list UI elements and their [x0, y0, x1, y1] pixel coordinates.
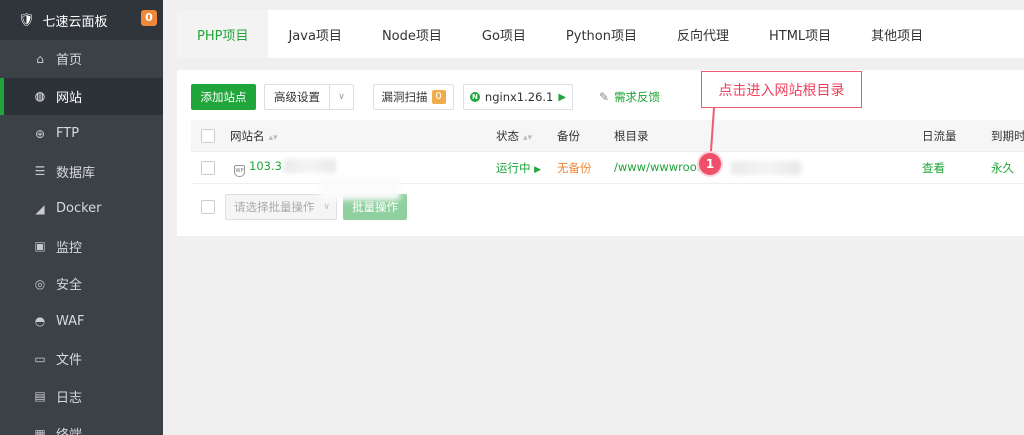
status-text: 运行中	[496, 160, 531, 175]
header-root: 根目录	[614, 128, 649, 143]
sidebar-item-waf[interactable]: ◓ WAF	[0, 303, 163, 341]
table-row: WP 103.3 运行中 ▶ 无备份 /www/wwwroot/ 查看 永久	[191, 152, 1024, 184]
header-traffic: 日流量	[922, 128, 957, 143]
main-area: PHP项目 Java项目 Node项目 Go项目 Python项目 反向代理 HTML项目其…	[163, 0, 1024, 435]
sidebar-nav: ⌂ 首页 ◍ 网站 ⊕ FTP ☰ 数据库 ◢ Docker ▣ 监控 ◎ 安全 ◓ WAF ▭ 文件 ▤ 日志 ▦ 终端	[0, 40, 163, 435]
message-badge[interactable]: 0	[141, 10, 157, 26]
expire-value[interactable]: 永久	[991, 160, 1014, 176]
sidebar-item-globe[interactable]: ◍ 网站	[0, 77, 163, 115]
table-header: 网站名 ▴▾ 状态 ▴▾ 备份 根目录 日流量 到期时	[191, 120, 1024, 152]
tab-6[interactable]: HTML项目	[749, 10, 851, 58]
sidebar-item-database[interactable]: ☰ 数据库	[0, 153, 163, 191]
sort-icon: ▴▾	[523, 132, 533, 143]
batch-select-placeholder: 请选择批量操作	[234, 200, 315, 214]
nginx-version-label: nginx1.26.1	[484, 90, 554, 104]
tab-2[interactable]: Node项目	[362, 10, 462, 58]
play-icon: ▶	[558, 91, 567, 103]
edit-icon: ✎	[599, 90, 610, 104]
tab-5[interactable]: 反向代理	[657, 10, 749, 58]
sidebar-item-ftp[interactable]: ⊕ FTP	[0, 115, 163, 153]
redacted-site-name	[283, 159, 336, 173]
toolbar: 添加站点 高级设置 ∨ 漏洞扫描 0 N nginx1.26.1 ▶ ✎ 需求反…	[191, 84, 1024, 110]
site-icon: WP	[234, 164, 245, 177]
database-icon: ☰	[34, 164, 46, 179]
site-name-link[interactable]: WP 103.3	[234, 159, 336, 177]
ftp-icon: ⊕	[34, 126, 46, 141]
globe-icon: ◍	[34, 89, 46, 104]
sidebar-item-label: 网站	[56, 90, 83, 106]
sidebar-item-label: 首页	[56, 53, 83, 69]
sidebar-item-terminal[interactable]: ▦ 终端	[0, 415, 163, 435]
nginx-icon: N	[469, 92, 480, 102]
tab-0[interactable]: PHP项目	[177, 10, 269, 58]
site-name-text: 103.3	[249, 158, 282, 173]
sidebar-item-log[interactable]: ▤ 日志	[0, 378, 163, 416]
log-icon: ▤	[34, 389, 46, 404]
sidebar-item-label: Docker	[56, 201, 102, 217]
docker-icon: ◢	[35, 201, 45, 216]
sidebar-item-label: 文件	[56, 353, 83, 369]
logo-icon: 🛡	[18, 12, 35, 28]
sidebar-item-label: 终端	[56, 424, 82, 435]
tab-1[interactable]: Java项目	[268, 10, 361, 58]
project-tabs: PHP项目 Java项目 Node项目 Go项目 Python项目 反向代理 HTML项目其…	[177, 10, 1024, 58]
sidebar-item-label: 安全	[56, 278, 83, 294]
sort-icon: ▴▾	[268, 132, 278, 143]
nginx-version-button[interactable]: N nginx1.26.1 ▶	[463, 84, 573, 110]
monitor-icon: ▣	[34, 239, 46, 254]
tab-4[interactable]: Python项目	[546, 10, 657, 58]
batch-checkbox[interactable]	[201, 200, 215, 214]
redaction-blur	[320, 178, 400, 200]
sidebar-item-label: FTP	[56, 126, 80, 142]
chevron-down-icon: ∨	[323, 202, 330, 212]
traffic-view-link[interactable]: 查看	[922, 160, 945, 176]
annotation-step-marker: 1	[699, 153, 721, 175]
advanced-dropdown-button[interactable]: ∨	[330, 84, 354, 110]
feedback-label: 需求反馈	[614, 90, 661, 104]
header-expire: 到期时	[991, 128, 1024, 143]
header-site-name-label: 网站名	[230, 128, 265, 143]
folder-icon: ▭	[34, 351, 46, 366]
waf-icon: ◓	[34, 314, 46, 329]
redacted-root-dir	[731, 160, 802, 175]
terminal-icon: ▦	[34, 426, 46, 435]
site-list-panel: 添加站点 高级设置 ∨ 漏洞扫描 0 N nginx1.26.1 ▶ ✎ 需求反…	[177, 70, 1024, 236]
add-site-button[interactable]: 添加站点	[191, 84, 256, 110]
feedback-link[interactable]: ✎ 需求反馈	[599, 84, 660, 110]
header-status[interactable]: 状态 ▴▾	[496, 128, 532, 144]
sidebar-item-home[interactable]: ⌂ 首页	[0, 40, 163, 78]
sidebar-item-label: 监控	[56, 240, 83, 256]
brand[interactable]: 🛡 七速云面板 0	[0, 0, 163, 40]
tab-7[interactable]: 其他项目	[851, 10, 943, 58]
vuln-scan-button[interactable]: 漏洞扫描 0	[373, 84, 454, 110]
sidebar-item-label: 日志	[56, 390, 83, 406]
sidebar-item-shield[interactable]: ◎ 安全	[0, 265, 163, 303]
home-icon: ⌂	[36, 51, 44, 66]
select-all-checkbox[interactable]	[201, 128, 215, 143]
backup-link[interactable]: 无备份	[557, 160, 592, 176]
header-site-name[interactable]: 网站名 ▴▾	[230, 128, 278, 144]
chevron-down-icon: ∨	[338, 92, 345, 102]
annotation-callout: 点击进入网站根目录	[701, 71, 862, 108]
advanced-settings-button[interactable]: 高级设置	[264, 84, 330, 110]
tab-3[interactable]: Go项目	[462, 10, 546, 58]
sidebar-item-folder[interactable]: ▭ 文件	[0, 340, 163, 378]
play-icon: ▶	[534, 164, 542, 175]
sidebar-item-label: 数据库	[56, 165, 96, 181]
vuln-scan-label: 漏洞扫描	[381, 90, 428, 104]
sidebar-item-monitor[interactable]: ▣ 监控	[0, 228, 163, 266]
shield-icon: ◎	[34, 276, 46, 291]
status-toggle[interactable]: 运行中 ▶	[496, 160, 541, 176]
sidebar-item-docker[interactable]: ◢ Docker	[0, 190, 163, 228]
sidebar-item-label: WAF	[56, 313, 85, 329]
root-dir-text: /www/wwwroot/	[614, 160, 706, 175]
header-status-label: 状态	[496, 128, 519, 143]
header-backup: 备份	[557, 128, 580, 143]
brand-name: 七速云面板	[42, 14, 108, 30]
vuln-count-badge: 0	[431, 90, 446, 104]
sidebar: 🛡 七速云面板 0 ⌂ 首页 ◍ 网站 ⊕ FTP ☰ 数据库 ◢ Docker ▣ 监控 ◎ 安全 ◓ WA…	[0, 0, 163, 435]
row-checkbox[interactable]	[201, 160, 215, 175]
site-table: 网站名 ▴▾ 状态 ▴▾ 备份 根目录 日流量 到期时 WP 103.3 运行中 ▶ …	[191, 120, 1024, 184]
